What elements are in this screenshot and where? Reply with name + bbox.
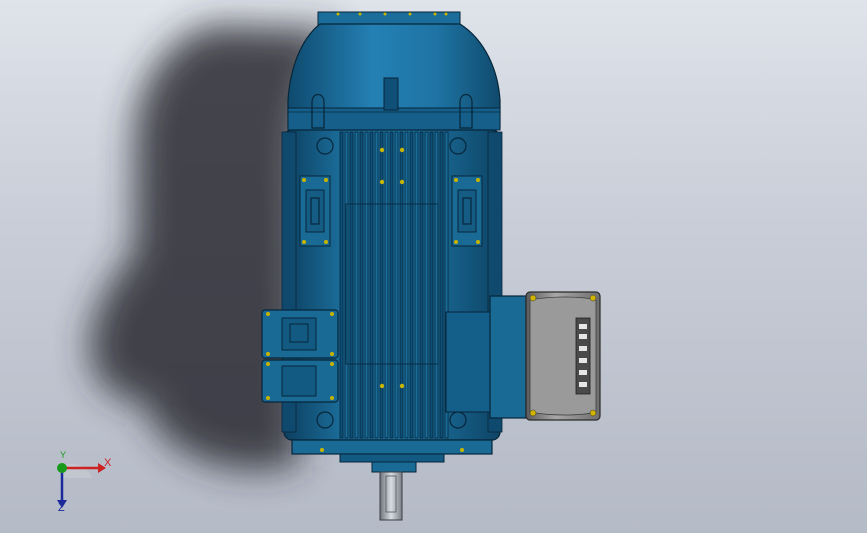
auxiliary-terminal-box-lower (261, 359, 339, 403)
nameplate-left (299, 175, 331, 247)
cad-viewport[interactable]: X Y Z (0, 0, 867, 533)
x-axis-label: X (104, 457, 112, 469)
nameplate-right (451, 175, 483, 247)
output-shaft (379, 471, 403, 521)
electric-motor-model[interactable] (0, 0, 867, 533)
z-axis-label: Z (58, 502, 65, 514)
fan-cover (287, 11, 501, 131)
y-axis-label: Y (60, 450, 67, 460)
auxiliary-terminal-box-upper (261, 309, 339, 359)
coordinate-triad (57, 463, 106, 508)
y-axis-icon (57, 463, 67, 473)
drive-end-flange (291, 439, 493, 473)
